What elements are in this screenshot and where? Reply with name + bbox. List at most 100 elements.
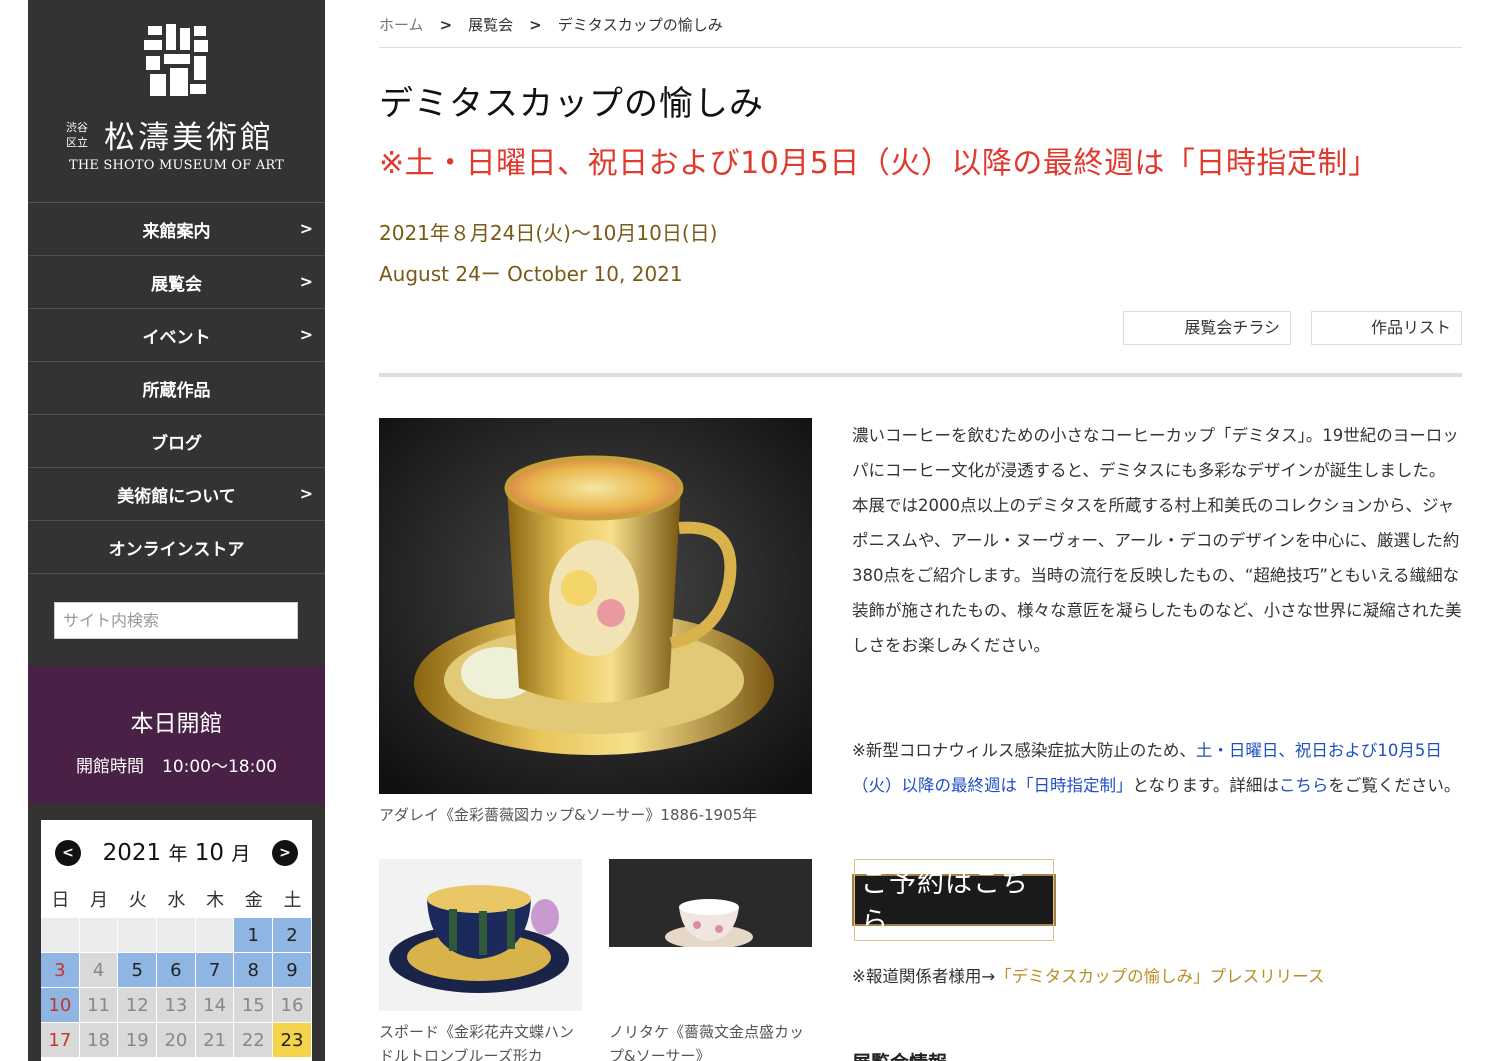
calendar-day[interactable]: 12 [118, 988, 158, 1023]
calendar-weekday: 火 [128, 890, 147, 911]
breadcrumb-home[interactable]: ホーム [379, 14, 424, 35]
reservation-button-label: ご予約はこちら [854, 859, 1054, 941]
calendar-day[interactable]: 13 [157, 988, 196, 1023]
calendar-day[interactable]: 8 [234, 953, 274, 988]
timed-entry-notice: ※土・日曜日、祝日および10月5日（火）以降の最終週は「日時指定制」 [379, 146, 1379, 181]
nav-item-label: イベント [142, 327, 211, 348]
breadcrumb-exhibitions[interactable]: 展覧会 [468, 14, 513, 35]
nav-item-blog[interactable]: ブログ [28, 415, 325, 468]
chevron-right-icon: > [299, 325, 313, 344]
calendar-weekday: 月 [90, 890, 109, 911]
calendar-weekday: 水 [167, 890, 186, 911]
calendar-day[interactable]: 10 [41, 988, 80, 1023]
museum-logo[interactable]: 渋谷 区立 松濤美術館 THE SHOTO MUSEUM OF ART [28, 0, 325, 203]
press-release: ※報道関係者様用→「デミタスカップの愉しみ」プレスリリース [852, 963, 1324, 987]
exhibition-info-heading: 展覧会情報 [852, 1048, 947, 1061]
covid-notice: ※新型コロナウィルス感染症拡大防止のため、土・日曜日、祝日および10月5日（火）… [852, 733, 1462, 803]
calendar-day[interactable]: 17 [41, 1023, 80, 1058]
nav-item-label: 美術館について [117, 486, 236, 507]
calendar-empty-cell [41, 918, 80, 953]
nav-item-label: ブログ [151, 433, 202, 454]
calendar-day[interactable]: 9 [273, 953, 312, 988]
calendar-day[interactable]: 14 [195, 988, 235, 1023]
main-exhibit-image [379, 418, 812, 794]
calendar-weekday: 土 [283, 890, 302, 911]
opening-hours-label: 開館時間 [76, 757, 144, 777]
page-title: デミタスカップの愉しみ [379, 84, 764, 124]
nav-item-label: オンラインストア [108, 539, 245, 560]
calendar-day[interactable]: 1 [234, 918, 274, 953]
thumbnail-caption: スポード《金彩花卉文蝶ハンドルトロンブルーズ形カ [379, 1023, 575, 1061]
breadcrumb: ホーム > 展覧会 > デミタスカップの愉しみ [379, 14, 723, 35]
main-nav: 来館案内 > 展覧会 > イベント > 所蔵作品 ブログ 美術館について > オンライン… [28, 203, 325, 574]
details-link[interactable]: こちら [1279, 776, 1329, 795]
divider [379, 373, 1462, 377]
chevron-right-icon: > [529, 15, 542, 34]
calendar-day[interactable]: 2 [273, 918, 312, 953]
works-list-button[interactable]: 作品リスト [1311, 311, 1462, 345]
calendar-day[interactable]: 19 [118, 1023, 158, 1058]
calendar-day[interactable]: 23 [273, 1023, 312, 1058]
logo-english-name: THE SHOTO MUSEUM OF ART [68, 158, 285, 173]
reservation-button[interactable]: ご予約はこちら [852, 859, 1056, 941]
thumbnail-caption: ノリタケ《薔薇文金点盛カップ&ソーサー》 [609, 1023, 805, 1061]
site-search [28, 574, 325, 666]
nav-item-collection[interactable]: 所蔵作品 [28, 362, 325, 415]
description-paragraph: 本展では2000点以上のデミタスを所蔵する村上和美氏のコレクションから、ジャポニ… [852, 496, 1462, 655]
breadcrumb-current: デミタスカップの愉しみ [557, 16, 723, 34]
logo-museum-name: 松濤美術館 [104, 120, 274, 156]
nav-item-label: 展覧会 [151, 274, 202, 295]
calendar-empty-cell [118, 918, 158, 953]
thumbnail-image[interactable] [609, 859, 812, 947]
logo-mark-icon [144, 24, 208, 96]
calendar-header: < 2021 年 10 月 > [41, 820, 312, 884]
calendar-day[interactable]: 7 [195, 953, 235, 988]
chevron-right-icon: > [299, 219, 313, 238]
calendar-day[interactable]: 5 [118, 953, 158, 988]
divider [379, 47, 1462, 48]
nav-item-visit[interactable]: 来館案内 > [28, 203, 325, 256]
press-release-link[interactable]: 「デミタスカップの愉しみ」プレスリリース [995, 967, 1324, 986]
calendar-weekday: 金 [244, 890, 263, 911]
calendar-day[interactable]: 3 [41, 953, 80, 988]
calendar-day[interactable]: 16 [273, 988, 312, 1023]
nav-item-label: 来館案内 [142, 221, 211, 242]
exhibition-description: 濃いコーヒーを飲むための小さなコーヒーカップ「デミタス」。19世紀のヨーロッパに… [852, 418, 1462, 663]
flyer-button[interactable]: 展覧会チラシ [1123, 311, 1291, 345]
chevron-right-icon: > [299, 484, 313, 503]
calendar-empty-cell [195, 918, 235, 953]
calendar-grid: 日月火水木金土 1 2 3 4 5 6 7 8 9 10 11 12 13 14 15 16 17 18 19 20 21… [41, 884, 312, 1058]
press-release-label: ※報道関係者様用→ [852, 967, 996, 986]
main-content: ホーム > 展覧会 > デミタスカップの愉しみ デミタスカップの愉しみ ※土・日… [379, 0, 1462, 1061]
calendar-day[interactable]: 11 [79, 988, 119, 1023]
nav-item-exhibitions[interactable]: 展覧会 > [28, 256, 325, 309]
nav-item-events[interactable]: イベント > [28, 309, 325, 362]
calendar-next-icon[interactable]: > [272, 840, 298, 866]
open-status-panel: 本日開館 開館時間 10:00〜18:00 [28, 666, 325, 804]
calendar-weekday: 木 [206, 890, 225, 911]
open-status-title: 本日開館 [130, 711, 223, 737]
exhibition-dates-jp: 2021年８月24日(火)〜10月10日(日) [379, 221, 718, 245]
search-input[interactable] [54, 602, 298, 639]
chevron-right-icon: > [439, 15, 453, 34]
calendar-day[interactable]: 15 [234, 988, 274, 1023]
description-paragraph: 濃いコーヒーを飲むための小さなコーヒーカップ「デミタス」。19世紀のヨーロッパに… [852, 426, 1459, 480]
calendar-empty-cell [79, 918, 119, 953]
calendar-day[interactable]: 20 [157, 1023, 196, 1058]
calendar-empty-cell [157, 918, 196, 953]
calendar-day[interactable]: 22 [234, 1023, 274, 1058]
nav-item-online-store[interactable]: オンラインストア [28, 521, 325, 574]
calendar-day[interactable]: 18 [79, 1023, 119, 1058]
calendar-day[interactable]: 4 [79, 953, 119, 988]
thumbnail-image[interactable] [379, 859, 582, 1011]
calendar-weekday: 日 [51, 890, 70, 911]
chevron-right-icon: > [299, 272, 313, 291]
calendar-day[interactable]: 6 [157, 953, 196, 988]
exhibition-dates-en: August 24ー October 10, 2021 [379, 262, 683, 286]
nav-item-about[interactable]: 美術館について > [28, 468, 325, 521]
covid-notice-text: ※新型コロナウィルス感染症拡大防止のため、 [852, 741, 1196, 760]
opening-hours: 開館時間 10:00〜18:00 [28, 752, 325, 777]
logo-ward-label: 渋谷 区立 [66, 121, 88, 149]
opening-hours-value: 10:00〜18:00 [162, 757, 277, 777]
calendar-day[interactable]: 21 [195, 1023, 235, 1058]
